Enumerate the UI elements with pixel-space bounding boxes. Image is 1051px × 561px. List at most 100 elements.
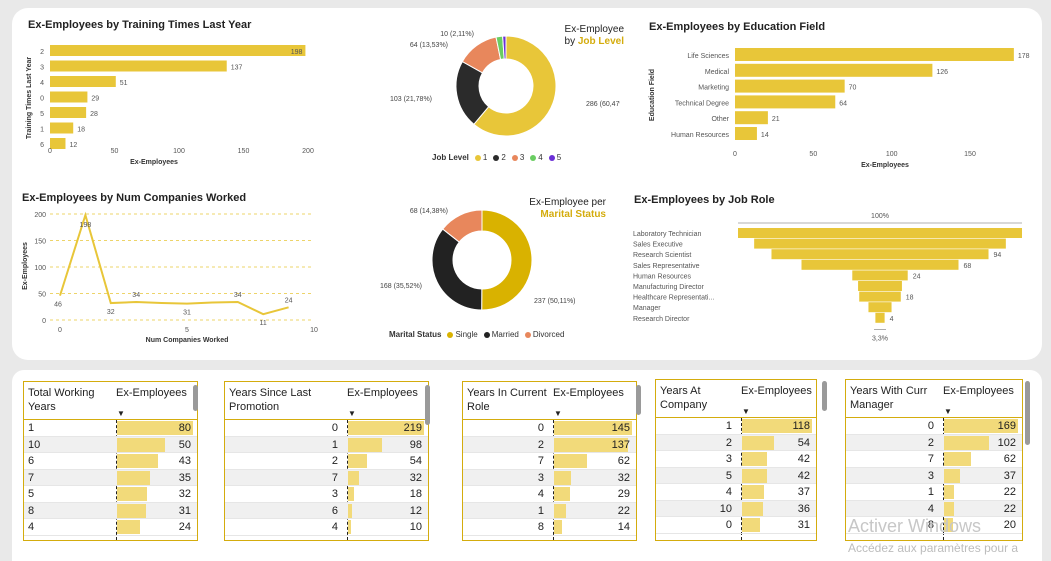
table-data-bar — [742, 468, 767, 483]
table-col-key-header[interactable]: Years At Company — [660, 384, 707, 412]
table-col-key-header[interactable]: Years In Current Role — [467, 386, 547, 414]
table-row[interactable]: 0 31 — [656, 517, 816, 534]
education-field-bar-chart[interactable]: Education Field Life Sciences 178 Medical 12… — [645, 40, 1040, 172]
joblevel-legend-label[interactable]: 1 — [483, 153, 487, 162]
joblevel-data-label: 103 (21,78%) — [390, 96, 432, 103]
table-row[interactable]: 10 36 — [656, 500, 816, 517]
table-col-value-header[interactable]: Ex-Employees — [347, 386, 418, 400]
table3-scrollbar[interactable] — [636, 385, 641, 415]
sort-desc-icon[interactable]: ▼ — [348, 409, 356, 418]
table4-scrollbar[interactable] — [822, 381, 827, 411]
table-row[interactable]: 6 12 — [225, 502, 428, 519]
table-cell-key: 4 — [927, 502, 934, 515]
table-row[interactable]: 2 137 — [463, 436, 636, 453]
table2-scrollbar[interactable] — [425, 385, 430, 425]
table-row[interactable]: 3 37 — [846, 467, 1022, 484]
jobrole-data-label: 94 — [994, 252, 1002, 259]
table-data-bar — [117, 520, 140, 534]
sort-desc-icon[interactable]: ▼ — [944, 407, 952, 416]
table-row[interactable]: 8 14 — [463, 519, 636, 536]
marital-legend-label[interactable]: Married — [492, 330, 519, 339]
table-row[interactable]: 5 32 — [24, 486, 197, 503]
numcomp-xlabel: Num Companies Worked — [146, 337, 229, 344]
joblevel-legend-label[interactable]: 5 — [557, 153, 561, 162]
joblevel-legend-label[interactable]: 2 — [501, 153, 505, 162]
table-row[interactable]: 7 62 — [463, 453, 636, 470]
jobrole-bottom-pct: 3,3% — [872, 335, 888, 342]
table-row[interactable]: 2 54 — [225, 453, 428, 470]
marital-legend-label[interactable]: Single — [455, 330, 477, 339]
sort-desc-icon[interactable]: ▼ — [742, 407, 750, 416]
table-row[interactable]: 1 98 — [225, 436, 428, 453]
table-row[interactable]: 0 145 — [463, 420, 636, 437]
table-row[interactable]: 7 35 — [24, 469, 197, 486]
table-row[interactable]: 8 31 — [24, 502, 197, 519]
marital-legend-label[interactable]: Divorced — [533, 330, 565, 339]
num-companies-line-chart[interactable]: Ex-Employees2001501005004619832343134112… — [18, 206, 328, 346]
table-row[interactable]: 2 54 — [656, 434, 816, 451]
table-row[interactable]: 4 24 — [24, 519, 197, 536]
jobrole-funnel-bar — [738, 228, 1022, 238]
table-header: Years Since Last Promotion Ex-Employees ▼ — [225, 382, 428, 420]
table-row[interactable]: 4 22 — [846, 500, 1022, 517]
joblevel-legend-label[interactable]: 3 — [520, 153, 524, 162]
training-xtick: 150 — [238, 148, 250, 155]
table5-scrollbar[interactable] — [1025, 381, 1030, 445]
table-data-bar — [348, 454, 367, 468]
table-row[interactable]: 4 29 — [463, 486, 636, 503]
sort-desc-icon[interactable]: ▼ — [117, 409, 125, 418]
table-row[interactable]: 1 22 — [463, 502, 636, 519]
table-col-value-header[interactable]: Ex-Employees — [943, 384, 1014, 398]
table-row[interactable]: 7 32 — [225, 469, 428, 486]
sort-desc-icon[interactable]: ▼ — [554, 409, 562, 418]
jobrole-funnel-bar — [875, 312, 885, 323]
jobrole-top-pct: 100% — [871, 213, 889, 220]
table-row[interactable]: 10 50 — [24, 436, 197, 453]
table-col-key-header[interactable]: Years With Curr Manager — [850, 384, 927, 412]
table-col-key-header[interactable]: Years Since Last Promotion — [229, 386, 311, 414]
table-col-key-header[interactable]: Total Working Years — [28, 386, 94, 414]
table-cell-key: 7 — [927, 453, 934, 465]
table-data-bar — [117, 437, 165, 452]
table-2[interactable]: Years Since Last Promotion Ex-Employees ▼ 0… — [224, 381, 429, 541]
numcomp-ytick: 150 — [34, 239, 46, 246]
table-row[interactable]: 4 37 — [656, 484, 816, 501]
marital-data-label: 237 (50,11%) — [534, 298, 576, 305]
table-col-value-header[interactable]: Ex-Employees — [553, 386, 624, 400]
job-level-donut-chart[interactable]: 286 (60,47%) 103 (21,78%) 64 (13,53%) 10 (2… — [380, 26, 620, 146]
table-data-bar — [117, 470, 151, 485]
table-cell-key: 1 — [28, 422, 35, 434]
table-row[interactable]: 1 80 — [24, 420, 197, 437]
table-cell-key: 1 — [331, 438, 338, 451]
education-data-label: 178 — [1018, 53, 1030, 60]
table-data-bar — [348, 487, 355, 501]
table-col-value-header[interactable]: Ex-Employees — [116, 386, 187, 400]
table-row[interactable]: 6 43 — [24, 453, 197, 470]
table-cell-key: 7 — [28, 471, 35, 484]
table-row[interactable]: 1 22 — [846, 484, 1022, 501]
joblevel-legend-label[interactable]: 4 — [538, 153, 542, 162]
table-3[interactable]: Years In Current Role Ex-Employees ▼ 0 145 2 1… — [462, 381, 637, 541]
table-4[interactable]: Years At Company Ex-Employees ▼ 1 118 2 54 3 42 5… — [655, 379, 817, 541]
table-row[interactable]: 1 118 — [656, 418, 816, 435]
table-row[interactable]: 3 42 — [656, 451, 816, 468]
training-times-bar-chart[interactable]: Training Times Last Year 2 198 3 137 4 51 0 29 5 2… — [22, 38, 322, 170]
table1-scrollbar[interactable] — [193, 385, 198, 411]
table-row[interactable]: 0 219 — [225, 420, 428, 437]
table-row[interactable]: 4 10 — [225, 519, 428, 536]
table-row[interactable]: 5 42 — [656, 467, 816, 484]
table-col-value-header[interactable]: Ex-Employees — [741, 384, 812, 398]
table-row[interactable]: 3 32 — [463, 469, 636, 486]
education-bar — [735, 95, 836, 109]
table-row[interactable]: 0 169 — [846, 418, 1022, 435]
marital-status-donut-chart[interactable]: 237 (50,11%) 168 (35,52%) 68 (14,38%) — [370, 200, 610, 320]
job-role-funnel-chart[interactable]: 100% Laboratory Technician Sales Executive… — [628, 208, 1030, 348]
table-row[interactable]: 7 62 — [846, 451, 1022, 468]
table-cell-key: 6 — [28, 455, 35, 467]
table-1[interactable]: Total Working Years Ex-Employees ▼ 1 80 10 50 6… — [23, 381, 198, 541]
table-row[interactable]: 2 102 — [846, 434, 1022, 451]
jobrole-category-label: Sales Executive — [633, 242, 683, 249]
training-bar — [50, 76, 116, 87]
table-row[interactable]: 3 18 — [225, 486, 428, 503]
marital-slice — [481, 209, 533, 311]
